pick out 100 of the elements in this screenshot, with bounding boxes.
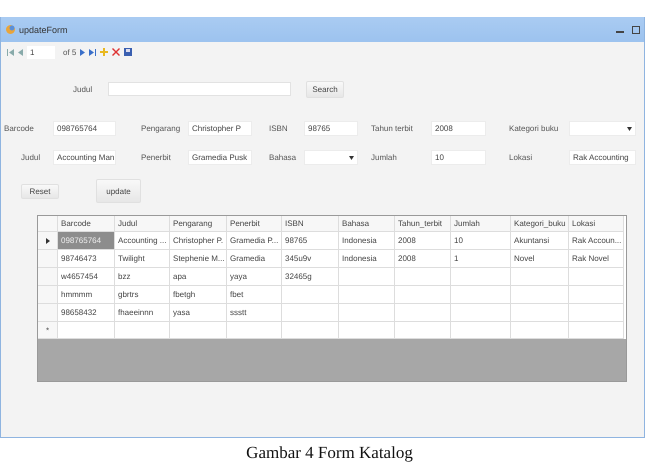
table-cell: Christopher P. [170, 232, 227, 250]
table-cell: 2008 [395, 250, 451, 268]
column-header[interactable]: Penerbit [227, 216, 282, 232]
table-cell: 10 [451, 232, 511, 250]
field-label: Judul [20, 153, 42, 162]
table-cell [451, 304, 511, 322]
text-field[interactable]: 098765764 [53, 121, 116, 136]
table-cell: Indonesia [339, 250, 395, 268]
field-label: Penerbit [141, 153, 172, 162]
table-cell: apa [170, 268, 227, 286]
table-cell: Novel [511, 250, 569, 268]
table-cell: fbet [227, 286, 282, 304]
column-header[interactable]: Lokasi [569, 216, 624, 232]
search-button[interactable]: Search [306, 80, 344, 98]
column-header[interactable]: Pengarang [170, 216, 227, 232]
table-cell [282, 286, 339, 304]
field-label: Pengarang [141, 124, 182, 133]
text-field[interactable]: Christopher P [188, 121, 252, 136]
column-header[interactable]: ISBN [282, 216, 339, 232]
caret-icon [627, 126, 632, 130]
table-cell: fhaeeinnn [115, 304, 170, 322]
table-cell: 32465g [282, 268, 339, 286]
table-cell [569, 286, 624, 304]
row-header[interactable] [38, 232, 58, 250]
field-label: Jumlah [371, 153, 398, 162]
text-field[interactable]: Rak Accounting [569, 150, 636, 165]
record-count: of 5 [63, 48, 76, 56]
table-cell: 98746473 [58, 250, 115, 268]
column-header[interactable]: Kategori_buku [511, 216, 569, 232]
table-cell: yaya [227, 268, 282, 286]
column-header[interactable]: Jumlah [451, 216, 511, 232]
field-label: Barcode [3, 124, 35, 133]
search-field[interactable] [108, 82, 291, 96]
table-cell[interactable] [282, 322, 339, 339]
table-cell[interactable] [227, 322, 282, 339]
column-header[interactable]: Judul [115, 216, 170, 232]
table-cell: fbetgh [170, 286, 227, 304]
table-cell[interactable] [569, 322, 624, 339]
search-label: Judul [73, 84, 94, 94]
maximize-icon[interactable] [632, 26, 640, 34]
field-label: Tahun terbit [371, 124, 414, 133]
table-cell [511, 304, 569, 322]
table-cell: Gramedia [227, 250, 282, 268]
text-field[interactable]: Accounting Man [53, 150, 116, 165]
table-cell [569, 304, 624, 322]
table-cell [339, 286, 395, 304]
table-cell [511, 268, 569, 286]
table-cell: gbrtrs [115, 286, 170, 304]
table-cell: Indonesia [339, 232, 395, 250]
table-cell: yasa [170, 304, 227, 322]
position-field[interactable]: 1 [27, 46, 55, 58]
table-cell [282, 304, 339, 322]
column-header[interactable]: Tahun_terbit [395, 216, 451, 232]
table-cell[interactable] [339, 322, 395, 339]
table-cell: Twilight [115, 250, 170, 268]
table-cell[interactable] [511, 322, 569, 339]
table-cell: ssstt [227, 304, 282, 322]
table-cell [395, 304, 451, 322]
column-header[interactable]: Bahasa [339, 216, 395, 232]
column-header[interactable]: Barcode [58, 216, 115, 232]
next-icon[interactable] [80, 48, 86, 56]
window-title: updateForm [19, 24, 68, 34]
table-cell[interactable] [170, 322, 227, 339]
save-icon[interactable] [124, 48, 132, 56]
update-button[interactable]: update [96, 179, 141, 203]
table-cell[interactable] [395, 322, 451, 339]
dropdown[interactable] [569, 121, 636, 136]
table-cell[interactable] [115, 322, 170, 339]
table-cell [339, 304, 395, 322]
dropdown[interactable] [304, 150, 358, 165]
table-cell: 98765 [282, 232, 339, 250]
table-cell [451, 286, 511, 304]
table-cell [395, 286, 451, 304]
table-cell [339, 268, 395, 286]
figure-caption: Gambar 4 Form Katalog [245, 443, 414, 463]
last-icon[interactable] [89, 48, 96, 56]
field-label: Kategori buku [509, 124, 560, 133]
table-cell: hmmmm [58, 286, 115, 304]
text-field[interactable]: 98765 [304, 121, 358, 136]
caret-icon [349, 156, 354, 160]
delete-icon[interactable] [112, 48, 120, 56]
table-cell: Stephenie M... [170, 250, 227, 268]
table-cell[interactable] [58, 322, 115, 339]
table-cell: 098765764 [58, 232, 115, 250]
table-cell[interactable] [451, 322, 511, 339]
app-icon [5, 24, 16, 35]
first-icon[interactable] [7, 48, 14, 56]
field-label: Lokasi [509, 153, 534, 162]
table-cell [395, 268, 451, 286]
text-field[interactable]: 10 [431, 150, 486, 165]
table-cell: Gramedia P... [227, 232, 282, 250]
reset-button[interactable]: Reset [21, 184, 59, 198]
text-field[interactable]: Gramedia Pusk [188, 150, 252, 165]
table-cell: 1 [451, 250, 511, 268]
new-row-marker: * [38, 322, 58, 339]
table-cell: Rak Novel [569, 250, 624, 268]
add-icon[interactable] [100, 48, 108, 56]
text-field[interactable]: 2008 [431, 121, 486, 136]
previous-icon[interactable] [18, 48, 23, 56]
table-cell: Accounting ... [115, 232, 170, 250]
